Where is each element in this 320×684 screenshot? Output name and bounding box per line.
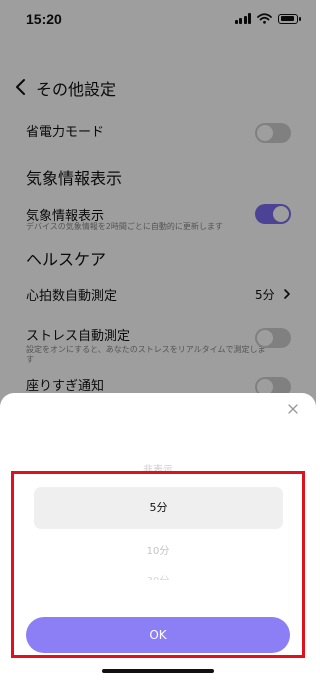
home-indicator <box>102 669 214 673</box>
annotation-highlight-box <box>11 471 305 658</box>
close-icon[interactable] <box>287 403 299 415</box>
